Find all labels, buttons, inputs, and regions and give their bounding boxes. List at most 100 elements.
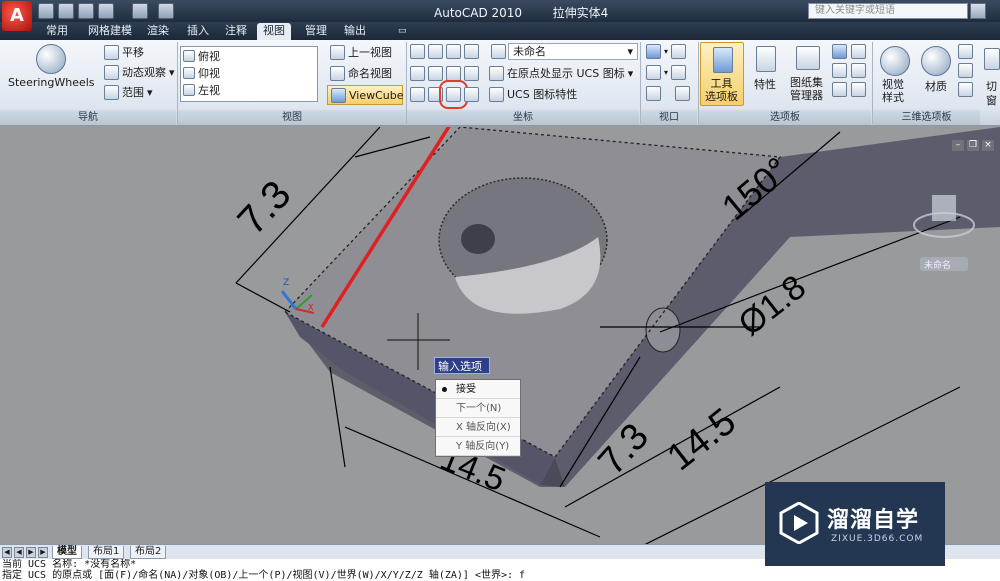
option-next[interactable]: 下一个(N) [436, 399, 520, 418]
open-icon[interactable] [58, 3, 74, 19]
ucs-view-icon[interactable] [410, 86, 425, 102]
viewport-window-controls: – ❐ × [952, 140, 994, 151]
dim-7-3-left: 7.3 [229, 172, 299, 243]
application-menu-button[interactable]: A [2, 1, 32, 31]
ucs-z-axis-icon[interactable] [428, 65, 443, 81]
ribbon-minimize-icon[interactable]: ▭ [392, 23, 413, 40]
viewport-minimize-icon[interactable]: – [952, 140, 964, 151]
view-item-left[interactable]: 左视 [181, 81, 317, 98]
view-item-bottom[interactable]: 仰视 [181, 64, 317, 81]
properties-button[interactable]: 特性 [748, 42, 784, 106]
ucs-y-icon[interactable] [464, 86, 479, 102]
option-flip-x[interactable]: X 轴反向(X) [436, 418, 520, 437]
ucs-previous-icon[interactable] [446, 44, 461, 59]
ucs-world-icon[interactable] [428, 44, 443, 59]
extents-button[interactable]: 范围 ▾ [104, 84, 153, 100]
new-icon[interactable] [38, 3, 54, 19]
viewcube-toggle[interactable]: ViewCube [327, 85, 404, 105]
ucs-3point-icon[interactable] [446, 65, 461, 81]
ucs-origin-icon[interactable] [410, 65, 425, 81]
input-options-menu[interactable]: 接受 下一个(N) X 轴反向(X) Y 轴反向(Y) [435, 379, 521, 457]
show-ucs-origin-label[interactable]: 在原点处显示 UCS 图标 [507, 65, 625, 81]
last-layout-icon[interactable]: ▶ [38, 547, 48, 558]
markup-icon[interactable] [832, 44, 847, 59]
tab-mesh-modeling[interactable]: 网格建模 [82, 23, 138, 40]
pan-button[interactable]: 平移 [104, 44, 144, 60]
tab-manage[interactable]: 管理 [299, 23, 333, 40]
search-icon[interactable] [970, 3, 986, 19]
option-flip-y[interactable]: Y 轴反向(Y) [436, 437, 520, 456]
tab-view[interactable]: 视图 [257, 23, 291, 40]
viewports-row-3 [646, 86, 690, 101]
tab-insert[interactable]: 插入 [181, 23, 215, 40]
lights-icon[interactable] [958, 44, 973, 59]
view-list[interactable]: 俯视 仰视 左视 [180, 46, 318, 102]
print-icon[interactable] [158, 3, 174, 19]
ribbon-panel: SteeringWheels 平移 动态观察 ▾ 范围 ▾ 导航 俯视 仰视 左视 … [0, 40, 1000, 126]
save-icon[interactable] [78, 3, 94, 19]
tab-model[interactable]: 模型 [52, 546, 82, 559]
ribbon-overflow[interactable]: 切 窗 [980, 40, 1000, 126]
render-icon[interactable] [958, 63, 973, 78]
tab-annotate[interactable]: 注释 [219, 23, 253, 40]
visual-styles-label[interactable]: 视觉 样式 [882, 78, 904, 104]
panel-title-viewports: 视口 [641, 110, 697, 125]
steering-wheels-icon[interactable] [36, 44, 66, 74]
next-layout-icon[interactable]: ▶ [26, 547, 36, 558]
environment-icon[interactable] [958, 82, 973, 97]
properties-icon [756, 46, 776, 72]
option-accept[interactable]: 接受 [436, 380, 520, 399]
steering-wheels-button[interactable]: SteeringWheels [8, 76, 95, 89]
sheet-set-button[interactable]: 图纸集 管理器 [788, 42, 828, 106]
show-ucs-origin-icon[interactable] [489, 65, 504, 81]
command-prompt-line: 指定 UCS 的原点或 [面(F)/命名(NA)/对象(OB)/上一个(P)/视… [2, 570, 526, 581]
orbit-button[interactable]: 动态观察 ▾ [104, 64, 175, 80]
redo-icon[interactable] [132, 3, 148, 19]
title-bar: A AutoCAD 2010 拉伸实体4 键入关键字或短语 [0, 0, 1000, 31]
viewport-restore-icon[interactable]: ❐ [967, 140, 979, 151]
orbit-icon [104, 64, 119, 80]
named-viewports-icon[interactable] [646, 86, 661, 101]
visual-styles-icon[interactable] [880, 46, 910, 76]
materials-icon[interactable] [921, 46, 951, 76]
clip-viewport-icon[interactable] [646, 65, 661, 80]
ucs-icon-properties-icon[interactable] [489, 86, 504, 102]
search-input[interactable]: 键入关键字或短语 [808, 3, 968, 19]
ucs-face-align-icon[interactable] [439, 79, 468, 109]
new-viewport-icon[interactable] [671, 44, 687, 59]
design-center-icon[interactable] [851, 44, 866, 59]
undo-icon[interactable] [98, 3, 114, 19]
join-viewport-icon[interactable] [671, 65, 687, 80]
ucs-face-icon[interactable] [464, 44, 479, 59]
left-view-icon [183, 83, 195, 96]
ucs-icon-properties-label[interactable]: UCS 图标特性 [507, 86, 577, 102]
tab-home[interactable]: 常用 [40, 23, 74, 40]
prev-layout-icon[interactable]: ◀ [14, 547, 24, 558]
tab-layout1[interactable]: 布局1 [88, 546, 125, 559]
view-item-top[interactable]: 俯视 [181, 47, 317, 64]
materials-label[interactable]: 材质 [925, 78, 947, 94]
calculator-icon[interactable] [832, 63, 847, 78]
ribbon-tab-bar: 常用 网格建模 渲染 插入 注释 视图 管理 输出 ▭ [0, 22, 1000, 40]
table-icon[interactable] [832, 82, 847, 97]
tab-output[interactable]: 输出 [338, 23, 372, 40]
viewport-config-icon[interactable] [646, 44, 661, 59]
ucs-named-icon[interactable] [491, 44, 506, 59]
named-views-button[interactable]: 命名视图 [330, 65, 392, 81]
window-title: AutoCAD 2010 拉伸实体4 [434, 6, 609, 20]
ucs-object-icon[interactable] [428, 86, 443, 102]
previous-view-button[interactable]: 上一视图 [330, 44, 392, 60]
tool-palettes-button[interactable]: 工具 选项板 [700, 42, 744, 106]
polygonal-viewport-icon[interactable] [675, 86, 690, 101]
tab-render[interactable]: 渲染 [141, 23, 175, 40]
dbconnect-icon[interactable] [851, 63, 866, 78]
ucs-icon[interactable] [410, 44, 425, 59]
tab-layout2[interactable]: 布局2 [130, 546, 167, 559]
ucs-name-dropdown[interactable]: 未命名 ▾ [508, 43, 638, 60]
palettes3d-small-icons [958, 44, 973, 97]
ucs-x-icon[interactable] [464, 65, 479, 81]
viewports-row-1: ▾ [646, 44, 687, 59]
viewport-close-icon[interactable]: × [982, 140, 994, 151]
first-layout-icon[interactable]: ◀ [2, 547, 12, 558]
layout-icon[interactable] [851, 82, 866, 97]
